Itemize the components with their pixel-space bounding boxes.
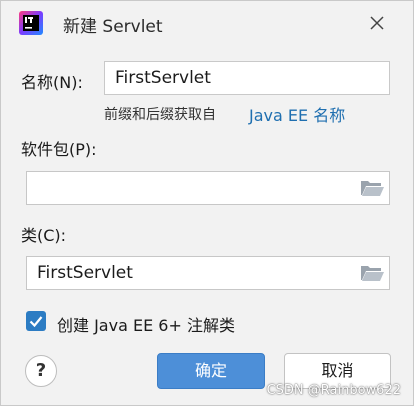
ok-button[interactable]: 确定 — [157, 353, 265, 389]
intellij-idea-icon — [19, 11, 43, 35]
name-hint: 前缀和后缀获取自 — [104, 107, 216, 123]
package-input[interactable] — [26, 171, 390, 205]
check-icon — [29, 316, 43, 328]
class-label: 类(C): — [21, 226, 67, 245]
close-icon[interactable] — [367, 13, 387, 33]
dialog-title: 新建 Servlet — [63, 17, 163, 37]
title-bar: 新建 Servlet — [1, 1, 413, 47]
name-label: 名称(N): — [21, 73, 83, 92]
package-folder-icon[interactable] — [359, 177, 385, 199]
help-button[interactable]: ? — [25, 355, 57, 387]
java-ee-names-link[interactable]: Java EE 名称 — [249, 102, 345, 126]
class-input[interactable] — [26, 256, 390, 290]
annotated-class-checkbox-label[interactable]: 创建 Java EE 6+ 注解类 — [57, 312, 235, 336]
name-input[interactable] — [104, 61, 390, 95]
new-servlet-dialog: 新建 Servlet 名称(N): 前缀和后缀获取自 Java EE 名称 软件… — [0, 0, 414, 406]
class-folder-icon[interactable] — [359, 262, 385, 284]
watermark: CSDN @Rainbow622 — [266, 383, 401, 398]
package-label: 软件包(P): — [21, 140, 97, 159]
annotated-class-checkbox[interactable] — [26, 311, 46, 331]
